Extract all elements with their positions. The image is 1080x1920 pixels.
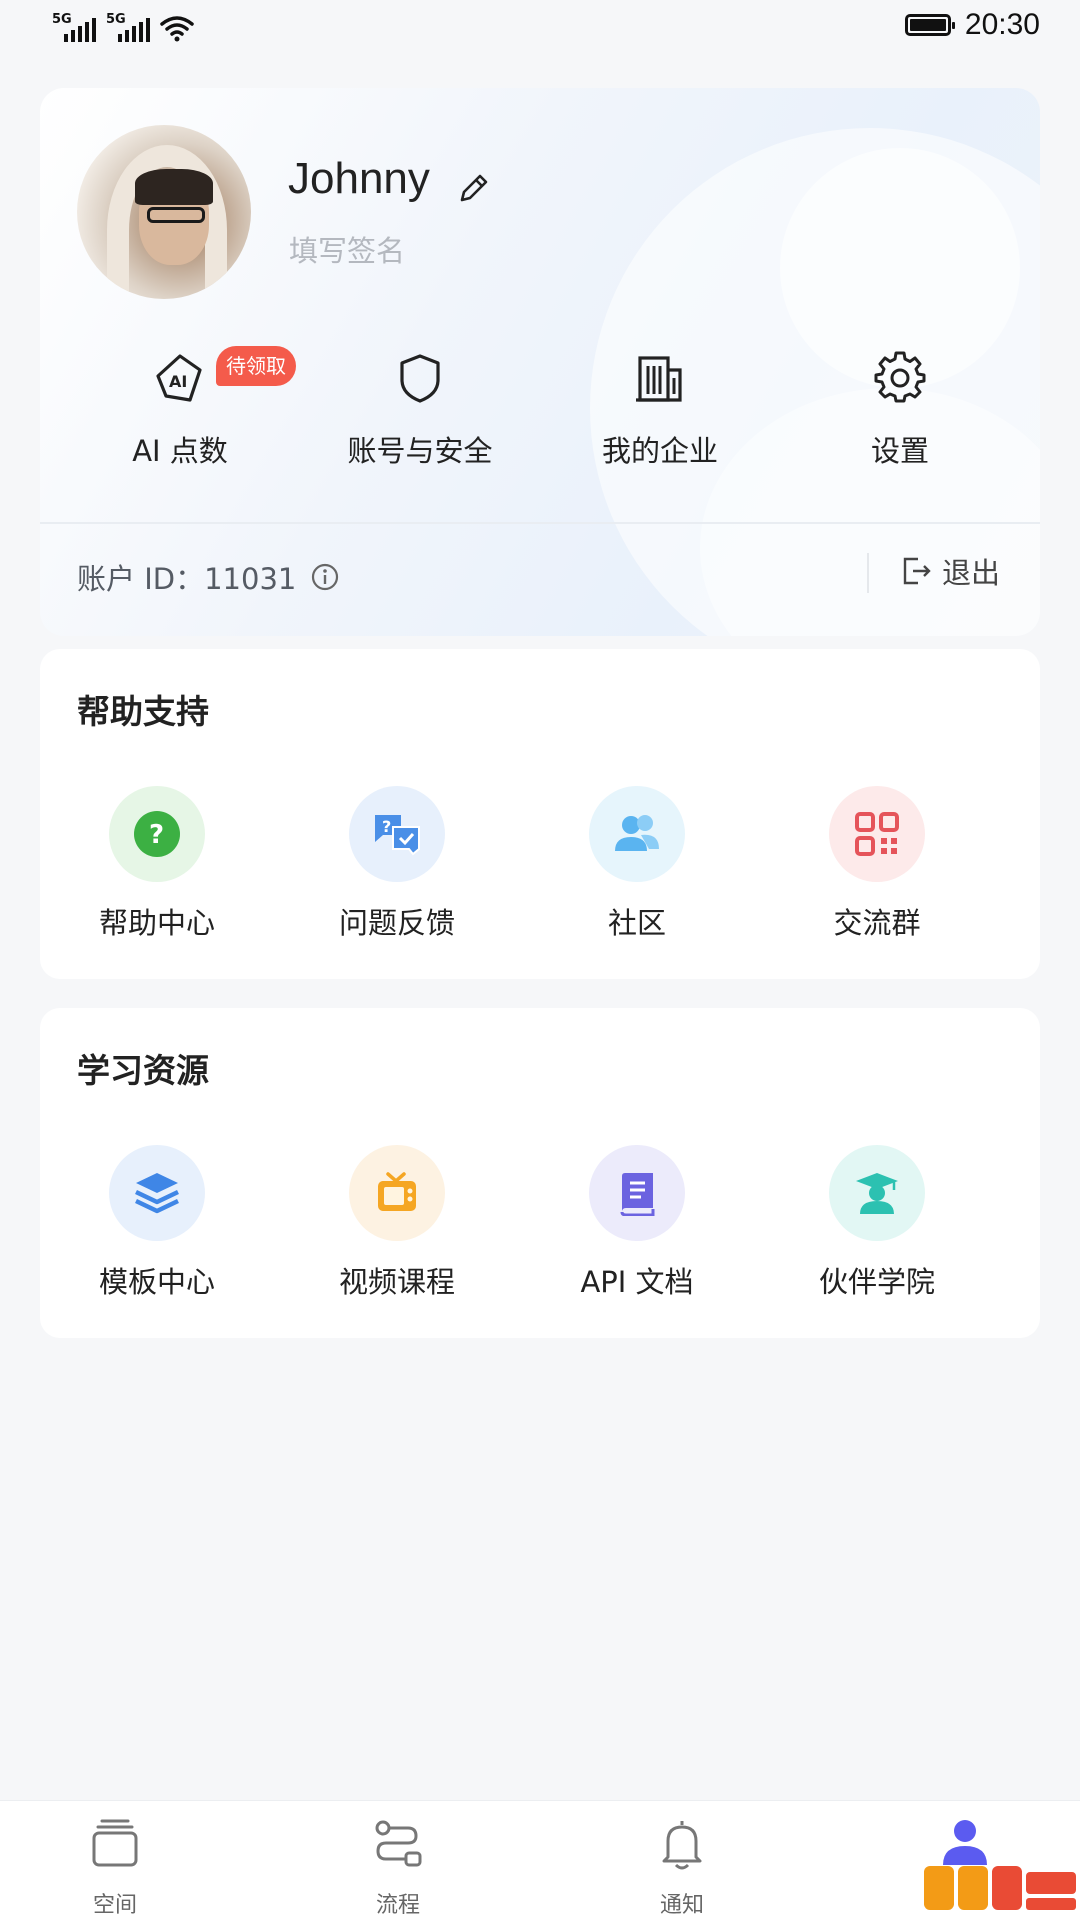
space-icon xyxy=(92,1819,138,1867)
bell-icon xyxy=(662,1821,702,1870)
partner-academy-item[interactable]: 伙伴学院 xyxy=(767,1145,987,1301)
quick-action-settings[interactable]: 设置 xyxy=(790,350,1010,470)
gear-icon xyxy=(874,351,926,403)
svg-text:?: ? xyxy=(149,820,164,850)
nav-tab-notifications[interactable]: 通知 xyxy=(602,1815,762,1919)
item-label: 视频课程 xyxy=(338,1265,455,1299)
qr-code-icon xyxy=(829,786,925,882)
wifi-icon xyxy=(160,16,194,42)
section-title: 帮助支持 xyxy=(77,692,209,731)
edit-pencil-icon[interactable] xyxy=(456,170,492,206)
username: Johnny xyxy=(288,154,430,203)
pending-claim-badge: 待领取 xyxy=(216,346,296,386)
layers-icon xyxy=(109,1145,205,1241)
account-id: 账户 ID：11031 xyxy=(77,556,340,598)
status-bar: 5G 5G 20:30 xyxy=(0,0,1080,56)
svg-text:AI: AI xyxy=(169,372,187,391)
quick-action-account-security[interactable]: 账号与安全 xyxy=(310,350,530,470)
nav-tab-flow[interactable]: 流程 xyxy=(318,1815,478,1919)
nav-label: 通知 xyxy=(659,1893,704,1918)
info-icon[interactable] xyxy=(310,562,340,592)
signature-field[interactable]: 填写签名 xyxy=(289,228,405,270)
item-label: 交流群 xyxy=(833,906,921,940)
book-icon xyxy=(589,1145,685,1241)
quick-action-my-enterprise[interactable]: 我的企业 xyxy=(550,350,770,470)
item-label: 模板中心 xyxy=(98,1265,215,1299)
cellular-signal-icon-2: 5G xyxy=(106,12,150,42)
chat-group-item[interactable]: 交流群 xyxy=(767,786,987,942)
quick-action-label: 我的企业 xyxy=(601,434,718,468)
ai-points-icon: AI xyxy=(156,354,202,402)
question-icon: ? xyxy=(109,786,205,882)
video-course-item[interactable]: 视频课程 xyxy=(287,1145,507,1301)
api-docs-item[interactable]: API 文档 xyxy=(527,1145,747,1301)
quick-action-label: AI 点数 xyxy=(132,434,228,468)
feedback-item[interactable]: ? 问题反馈 xyxy=(287,786,507,942)
svg-text:?: ? xyxy=(382,817,391,836)
avatar[interactable] xyxy=(77,125,251,299)
item-label: 伙伴学院 xyxy=(818,1265,935,1299)
item-label: 问题反馈 xyxy=(338,906,455,940)
nav-tab-space[interactable]: 空间 xyxy=(35,1815,195,1919)
quick-action-ai-points[interactable]: AI 待领取 AI 点数 xyxy=(70,346,296,470)
building-icon xyxy=(636,356,682,402)
quick-actions: AI 待领取 AI 点数 账号与安全 我的企业 设置 xyxy=(40,346,1040,480)
divider-vertical xyxy=(867,553,869,593)
quick-action-label: 设置 xyxy=(870,434,929,468)
item-label: 帮助中心 xyxy=(98,906,215,940)
community-item[interactable]: 社区 xyxy=(527,786,747,942)
bottom-navigation: 空间 流程 通知 xyxy=(0,1800,1080,1920)
template-center-item[interactable]: 模板中心 xyxy=(47,1145,267,1301)
shield-icon xyxy=(400,354,440,403)
nav-label: 流程 xyxy=(375,1893,420,1918)
account-id-text: 账户 ID：11031 xyxy=(77,562,297,596)
feedback-chat-icon: ? xyxy=(349,786,445,882)
graduate-icon xyxy=(829,1145,925,1241)
cellular-signal-icon: 5G xyxy=(52,12,96,42)
help-center-item[interactable]: ? 帮助中心 xyxy=(47,786,267,942)
profile-card: Johnny 填写签名 AI 待领取 AI 点数 账号与安全 我的企业 设置 账… xyxy=(40,88,1040,636)
logout-icon xyxy=(903,557,931,585)
section-title: 学习资源 xyxy=(77,1051,209,1090)
help-support-section: 帮助支持 ? 帮助中心 ? 问题反馈 社区 交流群 xyxy=(40,649,1040,979)
site-watermark-logo xyxy=(924,1866,1076,1910)
flow-icon xyxy=(375,1820,422,1867)
nav-label: 空间 xyxy=(92,1893,137,1918)
logout-label: 退出 xyxy=(942,556,1001,590)
signal-indicators: 5G 5G xyxy=(52,12,194,42)
learning-resources-section: 学习资源 模板中心 视频课程 API 文档 伙伴学院 xyxy=(40,1008,1040,1338)
battery-icon xyxy=(904,14,955,36)
divider xyxy=(40,522,1040,524)
clock: 20:30 xyxy=(964,8,1040,41)
logout-button[interactable]: 退出 xyxy=(900,550,1000,592)
item-label: API 文档 xyxy=(580,1265,694,1299)
quick-action-label: 账号与安全 xyxy=(347,434,493,468)
item-label: 社区 xyxy=(607,906,666,940)
tv-icon xyxy=(349,1145,445,1241)
community-icon xyxy=(589,786,685,882)
